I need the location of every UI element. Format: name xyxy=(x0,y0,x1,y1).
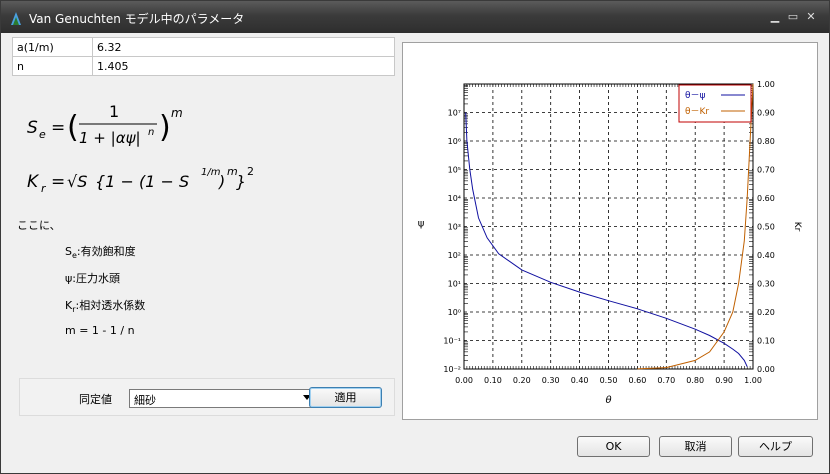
soil-type-value: 細砂 xyxy=(134,394,156,407)
param-value[interactable]: 1.405 xyxy=(92,56,395,76)
y-left-axis-label: ψ xyxy=(418,219,425,230)
y-left-tick-label: 10⁻¹ xyxy=(443,337,461,346)
y-right-tick-label: 0.10 xyxy=(757,337,775,346)
y-right-axis-label: Kr xyxy=(792,222,802,232)
y-right-tick-label: 0.70 xyxy=(757,166,775,175)
formula-paren-close: ) xyxy=(159,110,171,145)
x-tick-label: 1.00 xyxy=(744,376,762,385)
y-left-tick-label: 10¹ xyxy=(448,280,461,289)
x-tick-label: 0.70 xyxy=(657,376,675,385)
van-genuchten-formula: S e = ( 1 1 + |αψ| n ) m K r = √S {1 − (… xyxy=(27,102,254,195)
y-left-tick-label: 10² xyxy=(448,251,461,260)
formula-kr-2: 2 xyxy=(247,165,254,178)
param-value[interactable]: 6.32 xyxy=(92,37,395,57)
formula-kr-sub: r xyxy=(41,182,47,195)
y-right-tick-label: 0.90 xyxy=(757,109,775,118)
formula-exp-m: m xyxy=(171,106,183,120)
y-left-tick-label: 10⁴ xyxy=(448,194,461,203)
y-left-tick-label: 10⁰ xyxy=(448,308,461,317)
formula-se-lhs: S xyxy=(27,118,38,138)
x-tick-label: 0.40 xyxy=(571,376,589,385)
formula-kr-lhs: K xyxy=(27,172,40,192)
maximize-icon[interactable]: ▭ xyxy=(785,10,801,24)
explanation-intro: ここに、 xyxy=(17,219,61,232)
param-name: a(1/m) xyxy=(12,37,93,57)
dialog-window: Van Genuchten モデル中のパラメータ ▁ ▭ ✕ a(1/m) 6.… xyxy=(0,0,830,474)
dialog-body: a(1/m) 6.32 n 1.405 S e = ( 1 1 + |αψ| n… xyxy=(7,33,823,469)
y-right-tick-label: 0.00 xyxy=(757,365,775,374)
x-tick-label: 0.10 xyxy=(484,376,502,385)
y-right-tick-label: 1.00 xyxy=(757,80,775,89)
cancel-button[interactable]: 取消 xyxy=(659,436,732,457)
formula-eq: = xyxy=(51,118,65,138)
x-tick-label: 0.20 xyxy=(513,376,531,385)
x-tick-label: 0.00 xyxy=(455,376,473,385)
y-right-tick-label: 0.20 xyxy=(757,308,775,317)
app-icon xyxy=(11,12,21,25)
y-right-tick-label: 0.80 xyxy=(757,137,775,146)
y-right-tick-label: 0.30 xyxy=(757,280,775,289)
formula-kr-inner: {1 − (1 − S xyxy=(95,172,189,191)
y-left-tick-label: 10⁷ xyxy=(448,109,461,118)
formula-kr-eq: = xyxy=(51,172,65,192)
soil-type-select[interactable]: 細砂 xyxy=(129,389,315,408)
x-tick-label: 0.80 xyxy=(686,376,704,385)
window-title: Van Genuchten モデル中のパラメータ xyxy=(29,12,245,26)
formula-denom-exp: n xyxy=(148,127,154,138)
formula-kr-close-brace: } xyxy=(236,172,246,191)
y-left-tick-label: 10⁻² xyxy=(443,365,461,374)
def-se: Se:有効飽和度 xyxy=(65,245,136,261)
formula-kr-close-paren: ) xyxy=(218,172,225,191)
x-tick-label: 0.30 xyxy=(542,376,560,385)
apply-button[interactable]: 適用 xyxy=(309,387,382,408)
y-right-tick-label: 0.50 xyxy=(757,223,775,232)
param-name: n xyxy=(12,56,93,76)
def-psi: ψ:圧力水頭 xyxy=(65,272,120,285)
def-m: m = 1 - 1 / n xyxy=(65,324,135,337)
title-bar[interactable]: Van Genuchten モデル中のパラメータ ▁ ▭ ✕ xyxy=(1,1,829,33)
y-left-tick-label: 10⁵ xyxy=(448,166,461,175)
y-right-tick-label: 0.60 xyxy=(757,194,775,203)
table-row: a(1/m) 6.32 xyxy=(12,37,395,57)
y-right-tick-label: 0.40 xyxy=(757,251,775,260)
formula-kr-sqrt: √S xyxy=(67,172,87,191)
formula-kr-exp: 1/m xyxy=(201,167,221,178)
vg-chart: 0.00 0.10 0.20 0.30 0.40 0.50 0.60 0.70 0.80 0.90… xyxy=(418,80,802,406)
minimize-icon[interactable]: ▁ xyxy=(767,10,783,24)
x-axis-label: θ xyxy=(605,395,611,406)
parameter-table: a(1/m) 6.32 n 1.405 xyxy=(12,37,395,76)
x-tick-label: 0.90 xyxy=(715,376,733,385)
formula-paren-open: ( xyxy=(67,110,79,145)
close-icon[interactable]: ✕ xyxy=(803,10,819,24)
x-tick-label: 0.50 xyxy=(600,376,618,385)
legend-label: θ－ψ xyxy=(685,91,706,101)
formula-se-sub: e xyxy=(39,128,46,141)
chart-panel: 0.00 0.10 0.20 0.30 0.40 0.50 0.60 0.70 0.80 0.90… xyxy=(402,42,818,420)
legend-label: θ－Kr xyxy=(685,107,709,117)
help-button[interactable]: ヘルプ xyxy=(738,436,813,457)
ok-button[interactable]: OK xyxy=(577,436,650,457)
identified-value-label: 同定値 xyxy=(79,393,112,406)
y-left-tick-label: 10³ xyxy=(448,223,461,232)
def-kr: Kr:相対透水係数 xyxy=(65,299,146,315)
x-tick-label: 0.60 xyxy=(628,376,646,385)
formula-numerator: 1 xyxy=(109,102,119,121)
table-row: n 1.405 xyxy=(12,56,395,76)
formula-denominator: 1 + |αψ| xyxy=(79,129,141,147)
y-left-tick-label: 10⁶ xyxy=(448,137,461,146)
